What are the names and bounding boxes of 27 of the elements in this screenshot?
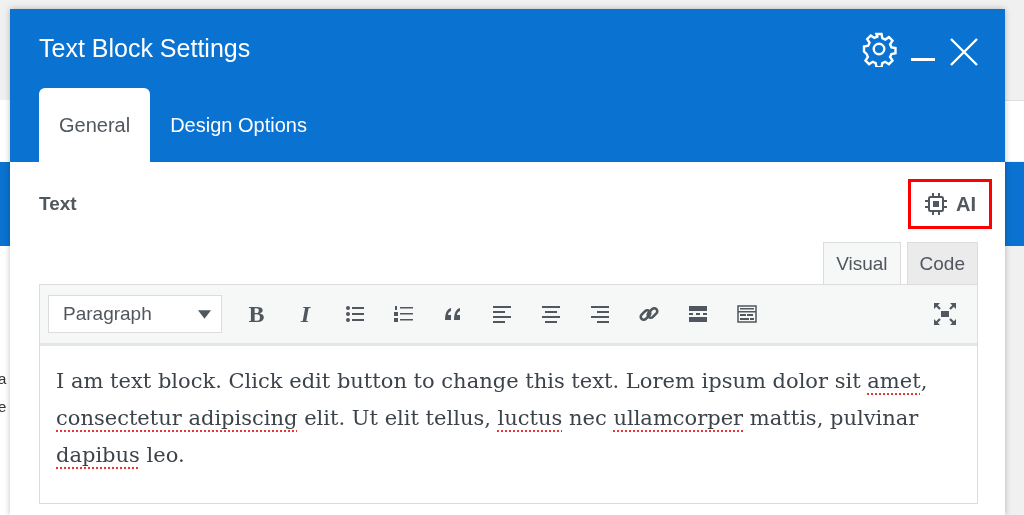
format-dropdown[interactable]: Paragraph (48, 295, 222, 333)
align-right-icon (589, 304, 610, 324)
numbered-list-icon (393, 304, 414, 324)
tab[interactable]: Design Options (150, 88, 327, 162)
settings-icon (861, 30, 897, 67)
editor-tab[interactable]: Visual (823, 242, 901, 284)
minimize-icon (911, 57, 935, 61)
background-panel (1005, 100, 1024, 161)
link-icon (638, 304, 659, 324)
italic-button[interactable]: I (281, 295, 330, 333)
settings-button[interactable] (861, 30, 897, 67)
dashed-line-icon (687, 304, 708, 324)
keyboard-icon (736, 304, 757, 324)
fullscreen-icon (932, 302, 957, 326)
align-center-icon (540, 304, 561, 324)
dropdown-caret-icon (198, 309, 211, 319)
bulleted-list-icon (344, 304, 365, 324)
field-label: Text (39, 193, 77, 215)
chip-icon (924, 192, 948, 216)
align-left-icon (491, 304, 512, 324)
ai-button[interactable]: AI (908, 179, 992, 229)
tab[interactable]: General (39, 88, 151, 162)
bold-button[interactable]: B (232, 295, 281, 333)
editor-tab[interactable]: Code (906, 242, 978, 284)
close-icon (949, 36, 979, 67)
editor-text[interactable]: I am text block. Click edit button to change this text. Lorem ipsum dolor sit amet, consectetur adipiscing elit. Ut elit tellus, luctus nec ullamcorper mattis, pulvinar dapibus leo. (40, 346, 977, 503)
dialog-title: Text Block Settings (39, 34, 252, 63)
